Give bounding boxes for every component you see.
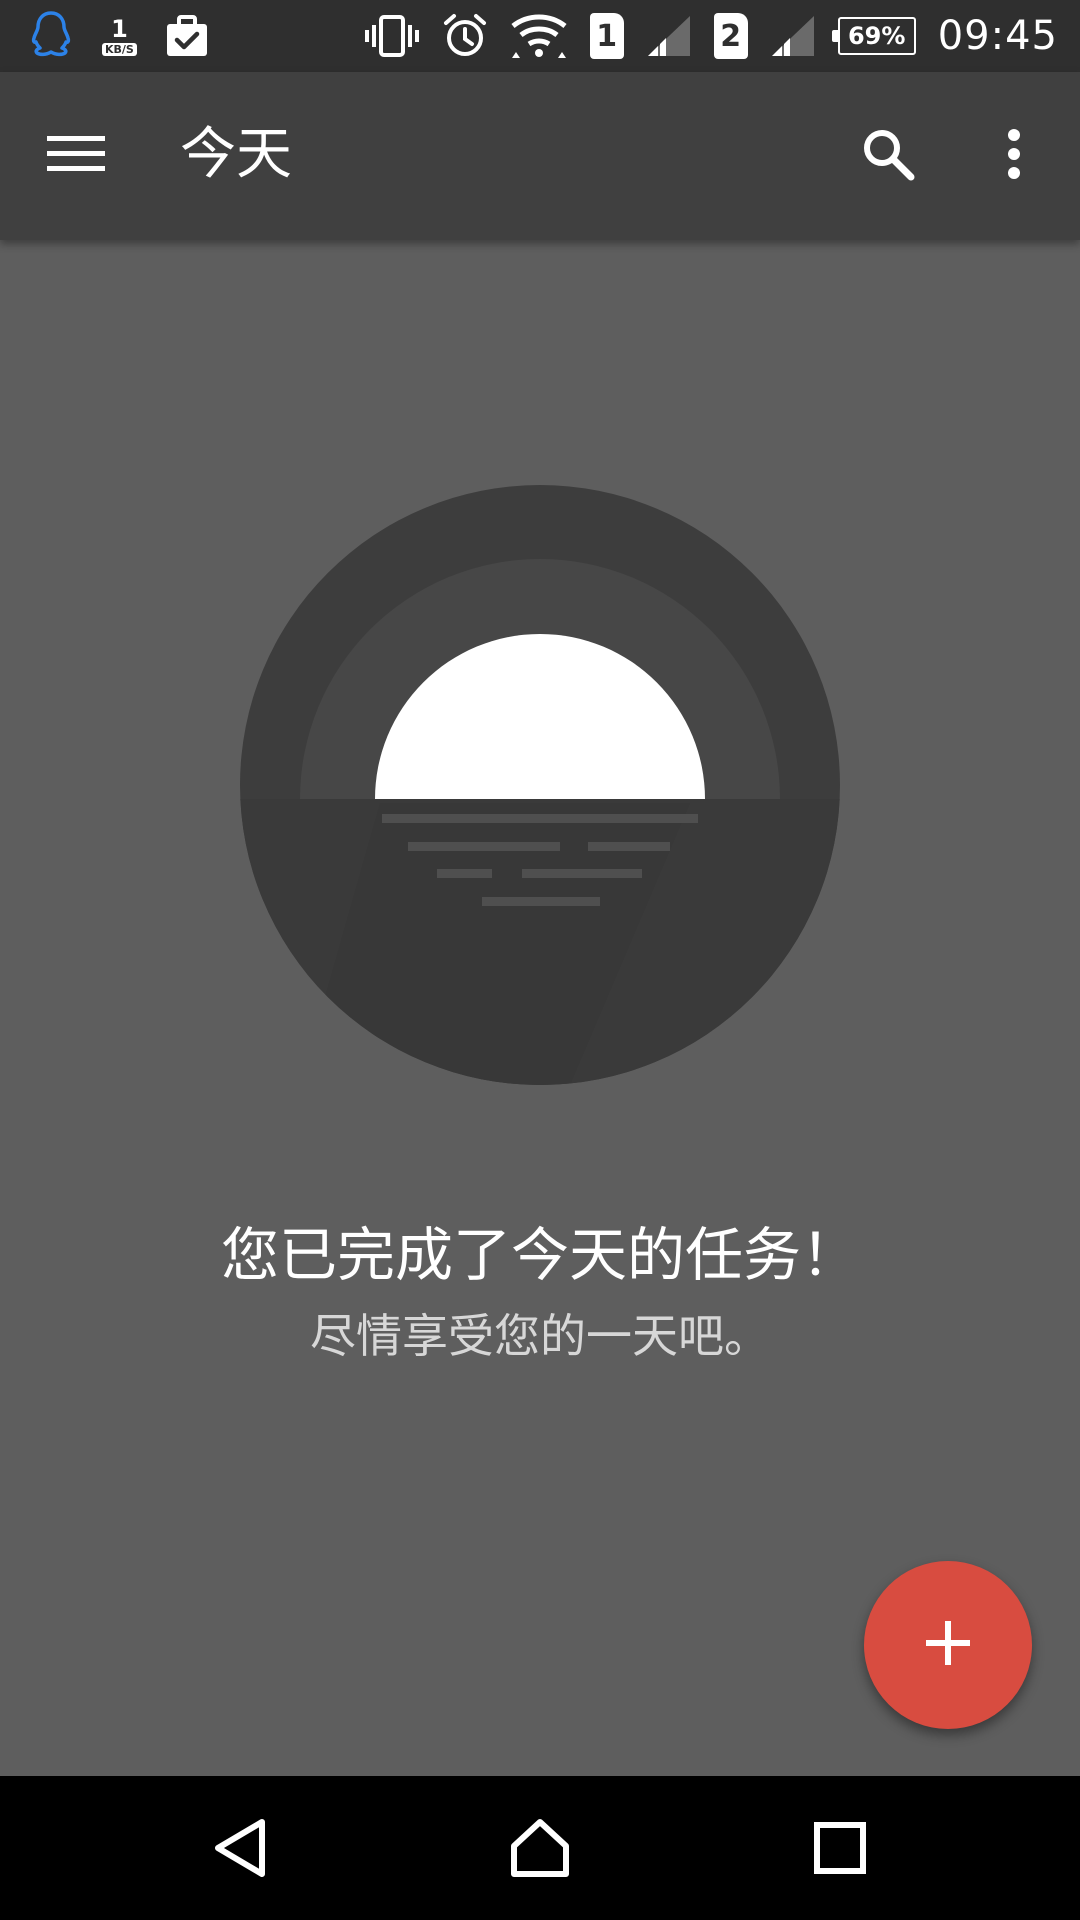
- network-speed-indicator: 1 KB/S: [102, 17, 137, 56]
- sim2-badge: 2: [713, 13, 748, 59]
- empty-state-subtitle: 尽情享受您的一天吧。: [310, 1309, 770, 1363]
- wifi-icon: [510, 12, 568, 60]
- recents-icon: [813, 1821, 867, 1879]
- navigation-bar: [0, 1776, 1080, 1920]
- signal-icon: [646, 14, 692, 58]
- back-icon: [210, 1816, 270, 1884]
- add-task-button[interactable]: [864, 1561, 1032, 1729]
- empty-state-title: 您已完成了今天的任务！: [220, 1221, 859, 1289]
- alarm-icon: [442, 13, 488, 59]
- briefcase-check-icon: [165, 14, 209, 58]
- sim1-badge: 1: [589, 13, 624, 59]
- status-bar: 1 KB/S 1 2 69% 09:45: [0, 0, 1080, 72]
- signal-icon: [770, 14, 816, 58]
- network-speed-value: 1: [111, 14, 128, 43]
- search-button[interactable]: [852, 120, 924, 192]
- back-button[interactable]: [192, 1802, 288, 1898]
- home-button[interactable]: [492, 1802, 588, 1898]
- vibrate-icon: [364, 14, 420, 58]
- more-vert-icon: [1006, 128, 1022, 184]
- plus-icon: [924, 1619, 972, 1671]
- battery-percentage: 69%: [847, 22, 906, 50]
- search-icon: [860, 126, 916, 186]
- network-speed-unit: KB/S: [102, 42, 137, 56]
- status-clock: 09:45: [937, 13, 1058, 59]
- recents-button[interactable]: [792, 1802, 888, 1898]
- battery-indicator: 69%: [831, 17, 916, 55]
- menu-button[interactable]: [40, 120, 112, 192]
- home-icon: [508, 1816, 572, 1884]
- menu-icon: [47, 134, 105, 178]
- qq-icon: [28, 10, 74, 62]
- page-title: 今天: [180, 122, 292, 187]
- app-bar: 今天: [0, 72, 1080, 240]
- sunset-illustration: [240, 485, 840, 1085]
- more-options-button[interactable]: [978, 120, 1050, 192]
